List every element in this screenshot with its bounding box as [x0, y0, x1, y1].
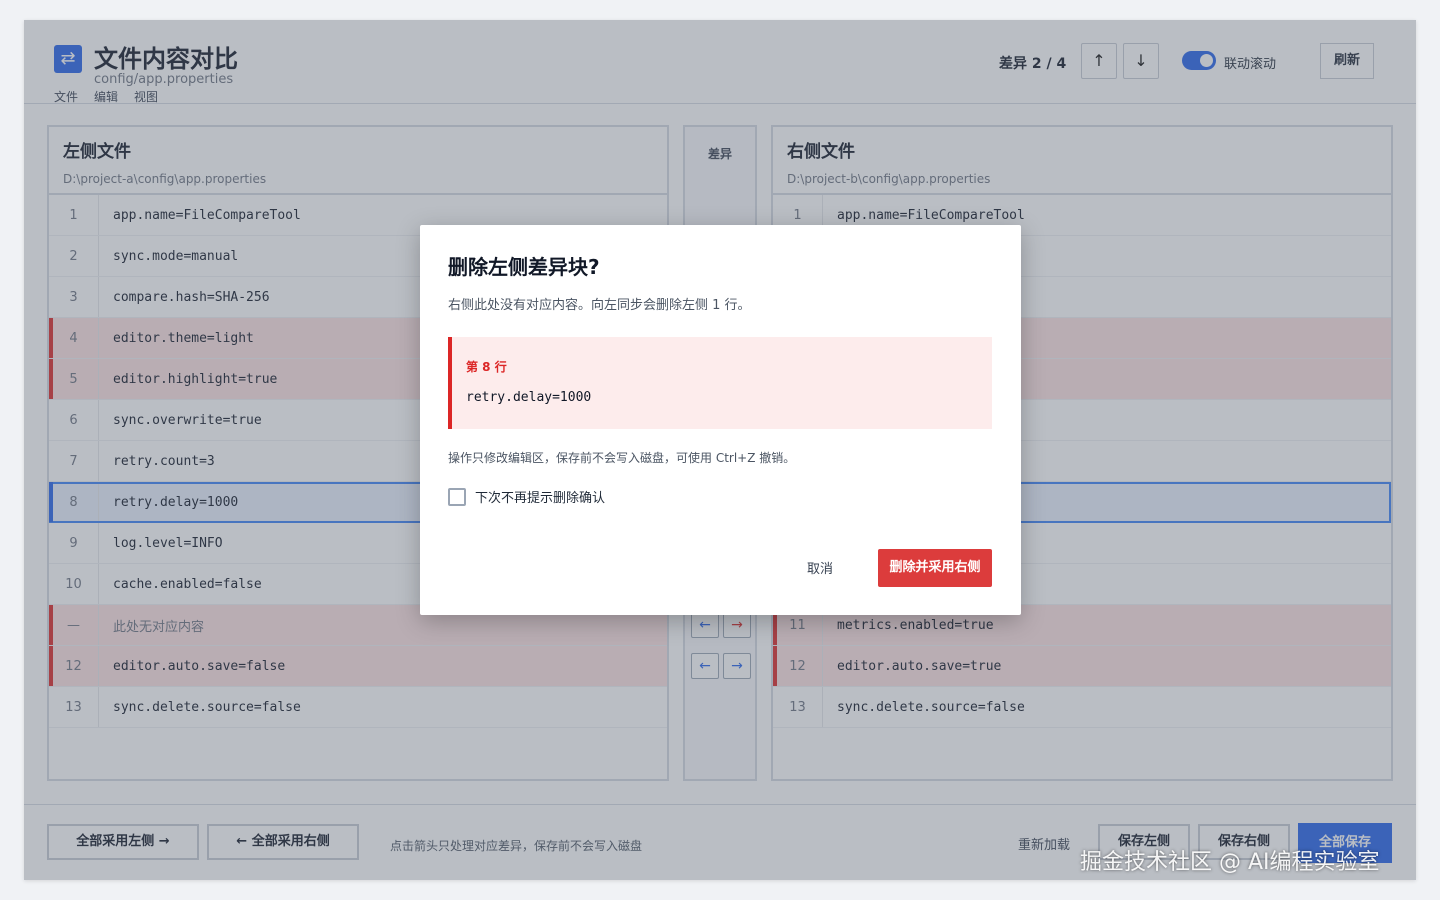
diff-block-line-label: 第 8 行 [466, 360, 507, 374]
file-compare-app: ⇄ 文件内容对比 config/app.properties 文件 编辑 视图 … [24, 20, 1416, 880]
dialog-note: 操作只修改编辑区，保存前不会写入磁盘，可使用 Ctrl+Z 撤销。 [448, 451, 796, 465]
dont-ask-again-option[interactable]: 下次不再提示删除确认 [448, 487, 605, 506]
delete-confirm-dialog: 删除左侧差异块? 右侧此处没有对应内容。向左同步会删除左侧 1 行。 第 8 行… [420, 225, 1021, 615]
dont-ask-again-label: 下次不再提示删除确认 [475, 491, 606, 506]
dialog-title: 删除左侧差异块? [448, 255, 600, 279]
dialog-description: 右侧此处没有对应内容。向左同步会删除左侧 1 行。 [448, 298, 751, 313]
cancel-button[interactable]: 取消 [792, 555, 848, 585]
watermark: 掘金技术社区 @ AI编程实验室 [1080, 850, 1380, 875]
dont-ask-again-checkbox[interactable] [448, 487, 466, 506]
diff-block-code: retry.delay=1000 [466, 390, 592, 405]
diff-block-preview: 第 8 行 retry.delay=1000 [448, 337, 992, 429]
delete-and-use-right-button[interactable]: 删除并采用右侧 [878, 549, 992, 587]
